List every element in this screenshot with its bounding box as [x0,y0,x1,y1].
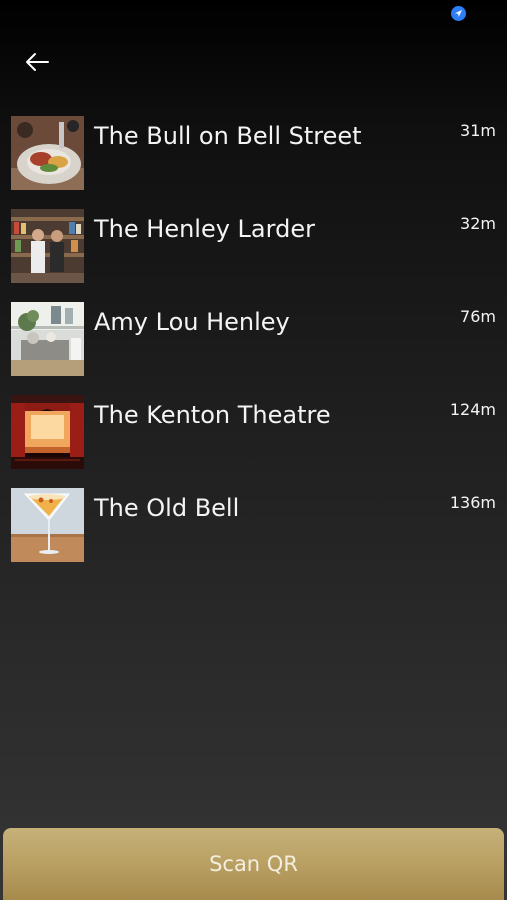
place-name: The Old Bell [94,494,240,522]
place-distance: 136m [449,493,496,512]
place-name: The Kenton Theatre [94,401,331,429]
place-distance: 76m [460,307,496,326]
place-distance: 31m [460,121,496,140]
place-row-henley-larder[interactable]: The Henley Larder 32m [0,209,507,283]
place-distance: 124m [449,400,496,419]
back-arrow-icon [26,53,49,71]
places-list: The Bull on Bell Street 31m The Henley L… [0,116,507,581]
place-name: Amy Lou Henley [94,308,290,336]
shop-interior-thumbnail [11,209,84,283]
place-row-old-bell[interactable]: The Old Bell 136m [0,488,507,562]
back-button[interactable] [20,46,54,78]
place-row-bull-on-bell-street[interactable]: The Bull on Bell Street 31m [0,116,507,190]
homeware-store-thumbnail [11,302,84,376]
scan-qr-label: Scan QR [209,852,298,876]
place-row-amy-lou-henley[interactable]: Amy Lou Henley 76m [0,302,507,376]
status-bar [0,0,507,28]
location-arrow-icon [451,6,466,21]
scan-qr-button[interactable]: Scan QR [3,828,504,900]
cocktail-glass-thumbnail [11,488,84,562]
place-row-kenton-theatre[interactable]: The Kenton Theatre 124m [0,395,507,469]
place-distance: 32m [460,214,496,233]
plated-food-thumbnail [11,116,84,190]
place-name: The Henley Larder [94,215,315,243]
place-name: The Bull on Bell Street [94,122,362,150]
theatre-stage-thumbnail [11,395,84,469]
